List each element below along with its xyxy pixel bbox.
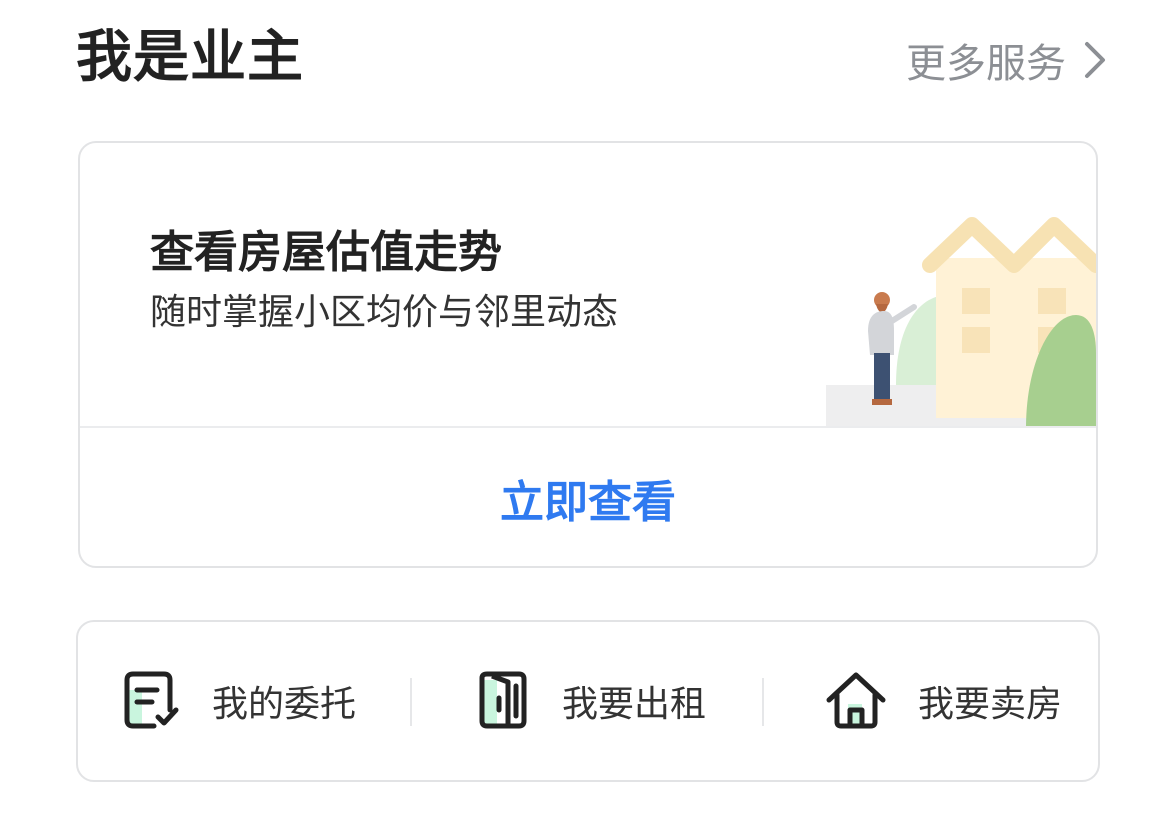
view-now-button[interactable]: 立即查看 — [80, 428, 1096, 566]
section-title: 我是业主 — [76, 25, 304, 90]
chevron-right-icon — [1084, 41, 1106, 79]
valuation-card-subtitle: 随时掌握小区均价与邻里动态 — [150, 292, 619, 333]
action-divider — [410, 678, 412, 726]
entrust-document-icon — [122, 670, 182, 732]
owner-actions-card: 我的委托 我要出租 我要卖房 — [76, 620, 1100, 782]
action-divider — [762, 678, 764, 726]
house-valuation-card[interactable]: 查看房屋估值走势 随时掌握小区均价与邻里动态 立即查看 — [78, 141, 1098, 568]
door-icon — [472, 670, 532, 732]
house-icon — [824, 670, 888, 732]
rent-out-button[interactable]: 我要出租 — [472, 622, 706, 780]
my-entrustment-label: 我的委托 — [212, 684, 357, 725]
more-services-label: 更多服务 — [906, 41, 1066, 87]
my-entrustment-button[interactable]: 我的委托 — [122, 622, 356, 780]
valuation-card-banner: 查看房屋估值走势 随时掌握小区均价与邻里动态 — [80, 143, 1096, 428]
more-services-link[interactable]: 更多服务 — [906, 30, 1106, 90]
sell-house-label: 我要卖房 — [918, 684, 1063, 725]
rent-out-label: 我要出租 — [562, 684, 707, 725]
valuation-card-title: 查看房屋估值走势 — [150, 227, 502, 278]
house-owner-illustration — [826, 203, 1096, 426]
sell-house-button[interactable]: 我要卖房 — [824, 622, 1062, 780]
